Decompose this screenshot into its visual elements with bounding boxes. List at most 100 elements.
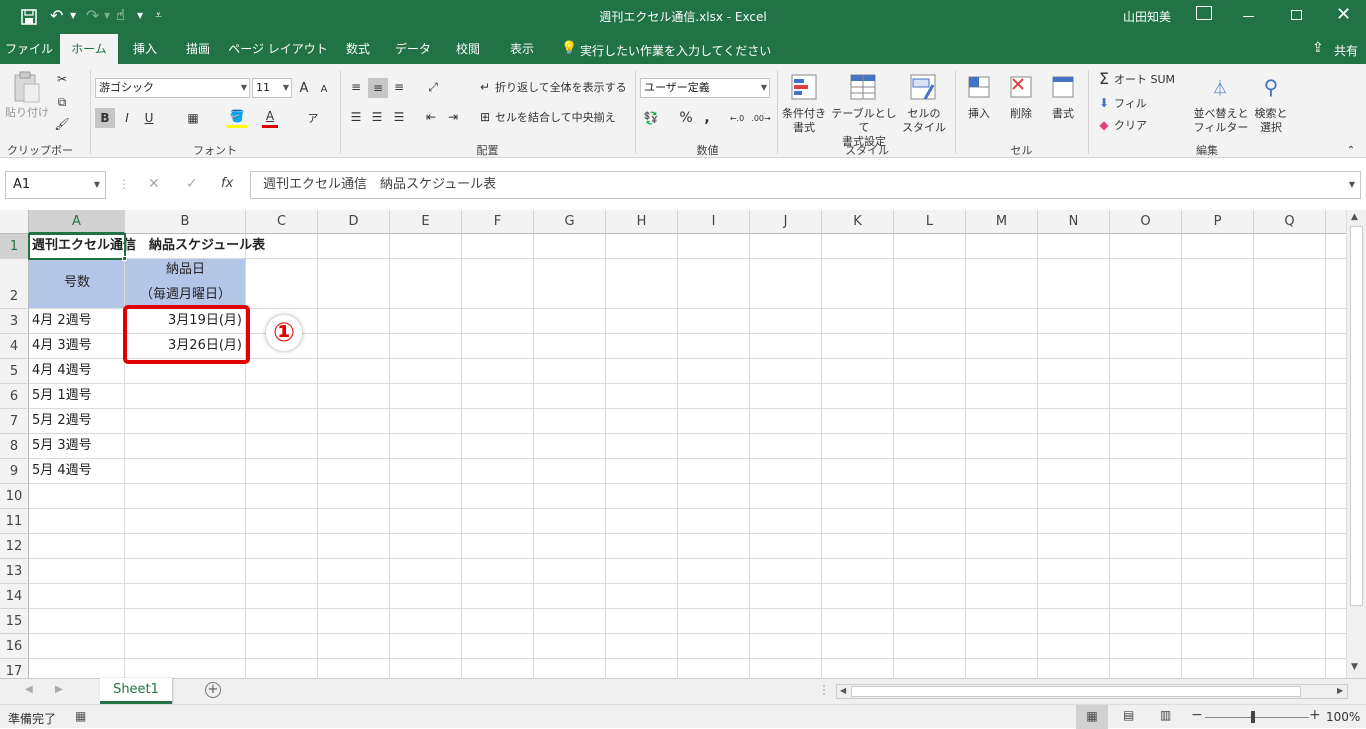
zoom-slider-thumb[interactable] [1251,711,1255,723]
horizontal-scroll-thumb[interactable] [851,686,1301,697]
column-header[interactable]: O [1110,210,1182,234]
cell-a5[interactable]: 4月 4週号 [32,359,92,383]
row-header[interactable]: 7 [0,409,29,434]
cell-a2[interactable]: 号数 [29,271,125,295]
column-header[interactable]: Q [1254,210,1326,234]
row-header[interactable]: 6 [0,384,29,409]
column-header[interactable] [1326,210,1346,234]
column-header[interactable]: L [894,210,966,234]
font-size-combo[interactable]: 11 ▼ [252,78,292,98]
increase-indent-icon[interactable]: ⇥ [444,108,462,126]
column-header[interactable]: A [29,210,125,234]
tab-review[interactable]: 校閲 [442,34,494,64]
comma-button[interactable]: , [700,108,714,128]
font-name-combo[interactable]: 游ゴシック ▼ [95,78,250,98]
column-header[interactable]: M [966,210,1038,234]
cell-a8[interactable]: 5月 3週号 [32,434,92,458]
currency-icon[interactable]: 💱 [640,108,662,128]
fill-button[interactable]: フィル [1114,97,1147,111]
tab-formulas[interactable]: 数式 [332,34,384,64]
delete-cells-icon[interactable] [1006,72,1036,102]
share-button[interactable]: 共有 [1334,42,1358,59]
row-header[interactable]: 13 [0,559,29,584]
tab-home[interactable]: ホーム [60,34,118,64]
increase-decimal-button[interactable]: ←.0 [727,108,747,128]
next-sheet-icon[interactable]: ▶ [55,684,63,695]
row-header[interactable]: 14 [0,584,29,609]
find-select-button[interactable]: 検索と 選択 [1252,107,1290,135]
collapse-ribbon-icon[interactable]: ⌃ [1344,144,1358,156]
percent-button[interactable]: % [677,108,695,128]
touch-mode-icon[interactable]: ☝ [116,6,125,24]
redo-dropdown-icon[interactable]: ▼ [104,11,110,20]
zoom-in-icon[interactable]: + [1309,707,1321,723]
save-icon[interactable] [20,8,38,26]
cell-a4[interactable]: 4月 3週号 [32,334,92,358]
customize-qat-icon[interactable]: ⩡ [155,8,162,23]
format-cells-button[interactable]: 書式 [1046,107,1080,121]
paste-button[interactable]: 貼り付け [5,106,49,120]
sheet-tab-sheet1[interactable]: Sheet1 [100,678,172,704]
tab-insert[interactable]: 挿入 [120,34,170,64]
formula-input[interactable]: 週刊エクセル通信 納品スケジュール表 ▼ [250,171,1361,199]
cell-a3[interactable]: 4月 2週号 [32,309,92,333]
cell-a7[interactable]: 5月 2週号 [32,409,92,433]
redo-icon[interactable]: ↷ [86,6,99,25]
insert-cells-button[interactable]: 挿入 [962,107,996,121]
row-header[interactable]: 5 [0,359,29,384]
align-middle-icon[interactable]: ≡ [368,78,388,98]
column-header[interactable]: J [750,210,822,234]
tab-data[interactable]: データ [386,34,440,64]
column-header[interactable]: K [822,210,894,234]
row-header[interactable]: 3 [0,309,29,334]
minimize-icon[interactable] [1243,16,1254,17]
scroll-down-icon[interactable]: ▼ [1351,662,1358,672]
user-name[interactable]: 山田知美 [1123,8,1171,25]
shrink-font-icon[interactable]: A [317,80,331,98]
cell-b2-line1[interactable]: 納品日 [125,258,246,282]
column-header[interactable]: C [246,210,318,234]
column-header[interactable]: I [678,210,750,234]
row-header[interactable]: 8 [0,434,29,459]
page-break-view-icon[interactable]: ▥ [1160,708,1171,722]
align-bottom-icon[interactable]: ≡ [390,78,408,96]
tab-file[interactable]: ファイル [0,34,58,64]
vertical-scrollbar[interactable]: ▲ ▼ [1346,210,1366,678]
tab-draw[interactable]: 描画 [172,34,224,64]
cell-a9[interactable]: 5月 4週号 [32,459,92,483]
restore-icon[interactable] [1291,10,1302,20]
cell-styles-button[interactable]: セルの スタイル [899,107,949,135]
wrap-text-button[interactable]: 折り返して全体を表示する [495,81,627,95]
page-layout-view-icon[interactable]: ▤ [1123,708,1134,722]
format-as-table-icon[interactable] [848,72,878,102]
row-header[interactable]: 4 [0,334,29,359]
tab-page-layout[interactable]: ページ レイアウト [228,34,328,64]
fill-icon[interactable]: ⬇ [1096,95,1112,111]
row-header[interactable]: 16 [0,634,29,659]
undo-icon[interactable]: ↶ [50,6,63,25]
row-header[interactable]: 11 [0,509,29,534]
insert-cells-icon[interactable] [964,72,994,102]
delete-cells-button[interactable]: 削除 [1004,107,1038,121]
normal-view-button[interactable]: ▦ [1076,705,1108,729]
column-header[interactable]: B [125,210,246,234]
grow-font-icon[interactable]: A [296,78,312,98]
column-header[interactable]: E [390,210,462,234]
select-all-corner[interactable] [0,210,29,234]
row-header[interactable]: 1 [0,234,29,259]
borders-icon[interactable]: ▦ [183,108,203,128]
autosum-icon[interactable]: Σ [1096,69,1112,88]
fill-color-icon[interactable]: 🪣 [227,106,247,128]
row-header[interactable]: 17 [0,659,29,678]
orientation-icon[interactable]: ⤢ [422,78,444,96]
number-format-combo[interactable]: ユーザー定義 ▼ [640,78,770,98]
cut-icon[interactable]: ✂ [53,70,71,88]
align-left-icon[interactable]: ☰ [347,108,365,126]
italic-button[interactable]: I [118,108,136,128]
spreadsheet-grid[interactable]: A B C D E F G H I J K L M N O P Q 1 2 3 [0,210,1346,678]
merge-center-icon[interactable]: ⊞ [476,108,494,126]
sort-filter-button[interactable]: 並べ替えと フィルター [1193,107,1249,135]
undo-dropdown-icon[interactable]: ▼ [70,11,76,20]
column-header[interactable]: H [606,210,678,234]
tab-view[interactable]: 表示 [496,34,548,64]
